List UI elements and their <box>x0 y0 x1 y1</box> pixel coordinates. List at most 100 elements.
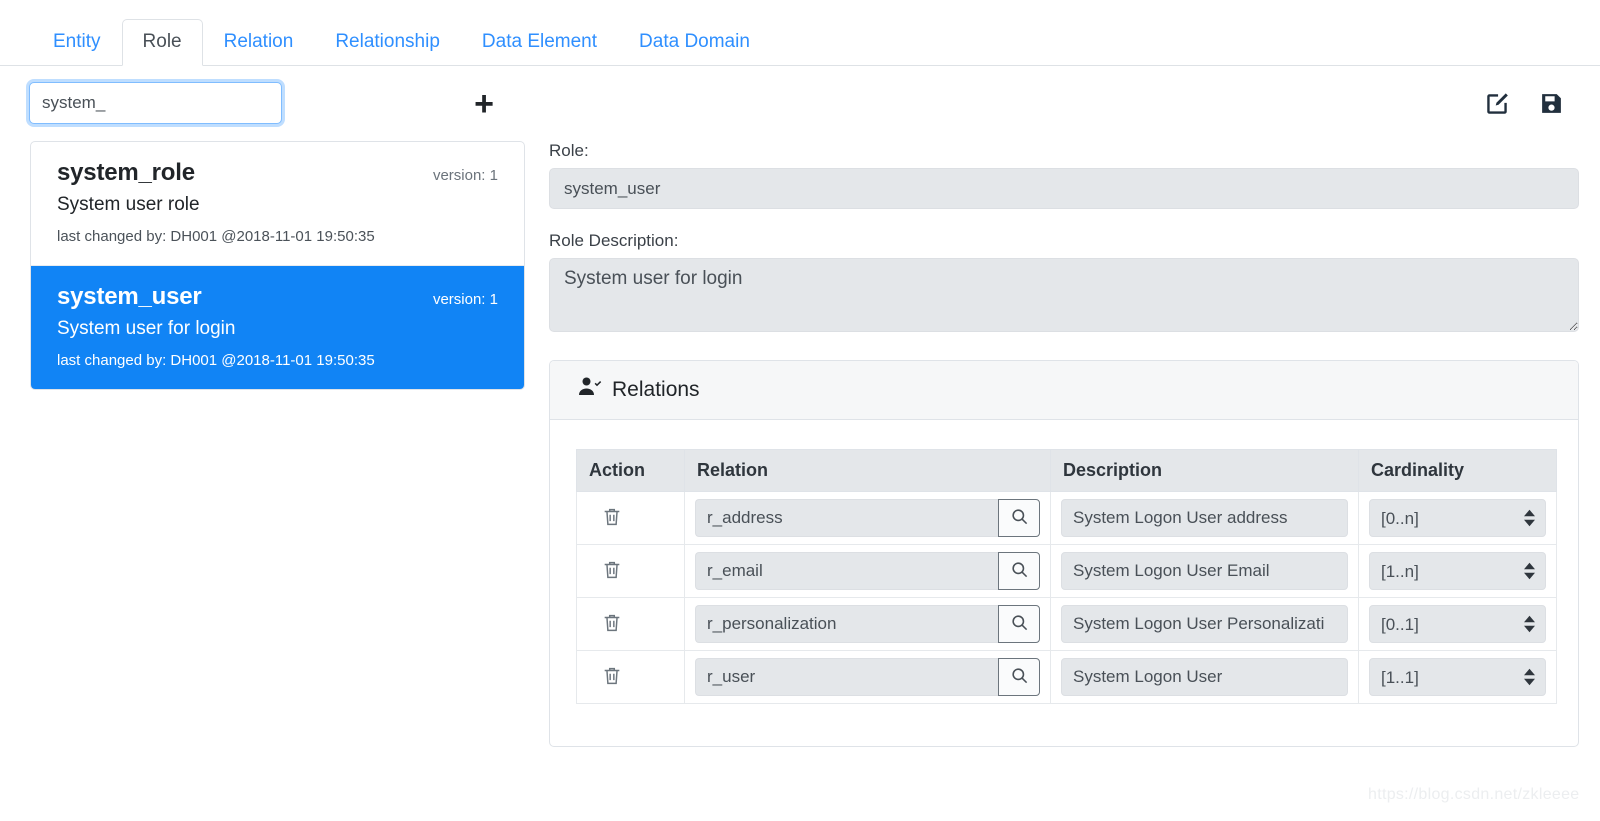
relation-lookup-button[interactable] <box>998 605 1040 643</box>
list-item-meta: last changed by: DH001 @2018-11-01 19:50… <box>57 352 375 369</box>
relation-input[interactable] <box>695 658 998 696</box>
save-button[interactable] <box>1534 88 1568 122</box>
relation-description-input[interactable] <box>1061 499 1348 537</box>
tab-relation[interactable]: Relation <box>203 19 315 66</box>
search-icon <box>1010 613 1029 635</box>
watermark: https://blog.csdn.net/zkleeee <box>1368 786 1580 803</box>
relation-description-input[interactable] <box>1061 658 1348 696</box>
list-item-version: version: 1 <box>432 167 498 184</box>
cell-description <box>1050 597 1359 651</box>
cell-action <box>576 597 685 651</box>
column-header-action: Action <box>576 449 685 492</box>
search-field-wrapper <box>29 82 282 124</box>
edit-button[interactable] <box>1480 88 1514 122</box>
relation-input-group <box>695 605 1040 643</box>
cardinality-select-wrapper: [0..1] <box>1369 605 1546 643</box>
relations-card-header: Relations <box>550 361 1578 420</box>
tab-role[interactable]: Role <box>121 19 203 66</box>
list-item-header: system_role version: 1 <box>57 159 498 187</box>
main-tabbar: Entity Role Relation Relationship Data E… <box>0 14 1600 66</box>
trash-icon <box>601 665 623 690</box>
role-description-textarea[interactable]: System user for login <box>549 258 1579 332</box>
cell-cardinality: [0..n] <box>1358 491 1557 545</box>
column-header-cardinality: Cardinality <box>1358 449 1557 492</box>
role-description-field-label: Role Description: <box>549 231 679 250</box>
cell-action <box>576 544 685 598</box>
relation-lookup-button[interactable] <box>998 499 1040 537</box>
role-name-input[interactable] <box>549 168 1579 209</box>
table-row: [1..1] <box>576 650 1557 704</box>
list-item-description: System user for login <box>57 318 236 339</box>
search-icon <box>1010 666 1029 688</box>
search-icon <box>1010 560 1029 582</box>
cell-action <box>576 491 685 545</box>
relations-card: Relations Action Relation Description Ca… <box>549 360 1579 747</box>
relation-input-group <box>695 499 1040 537</box>
cell-cardinality: [1..1] <box>1358 650 1557 704</box>
tab-entity[interactable]: Entity <box>32 19 122 66</box>
trash-icon <box>601 559 623 584</box>
cardinality-select[interactable]: [1..1] <box>1369 658 1546 696</box>
relations-table-body: [0..n] <box>576 491 1557 704</box>
relation-lookup-button[interactable] <box>998 552 1040 590</box>
relations-card-body: Action Relation Description Cardinality <box>550 420 1578 746</box>
table-header-row: Action Relation Description Cardinality <box>576 449 1557 492</box>
tab-data-domain[interactable]: Data Domain <box>618 19 771 66</box>
relation-input[interactable] <box>695 499 998 537</box>
cell-cardinality: [0..1] <box>1358 597 1557 651</box>
cardinality-select-wrapper: [0..n] <box>1369 499 1546 537</box>
relation-lookup-button[interactable] <box>998 658 1040 696</box>
cell-relation <box>684 650 1051 704</box>
delete-relation-button[interactable] <box>601 559 623 584</box>
list-item[interactable]: system_role version: 1 System user role … <box>31 142 524 266</box>
delete-relation-button[interactable] <box>601 506 623 531</box>
tab-relationship[interactable]: Relationship <box>314 19 461 66</box>
cell-relation <box>684 491 1051 545</box>
role-field-label: Role: <box>549 141 589 160</box>
search-input[interactable] <box>29 82 282 124</box>
list-item-title: system_user <box>57 283 202 310</box>
floppy-disk-save-icon <box>1539 91 1564 119</box>
list-item-meta: last changed by: DH001 @2018-11-01 19:50… <box>57 228 375 245</box>
relations-table: Action Relation Description Cardinality <box>576 449 1557 704</box>
cardinality-select-wrapper: [1..n] <box>1369 552 1546 590</box>
table-row: [0..1] <box>576 597 1557 651</box>
tab-data-element[interactable]: Data Element <box>461 19 618 66</box>
column-header-relation: Relation <box>684 449 1051 492</box>
add-role-button[interactable]: + <box>462 86 506 122</box>
cardinality-select-wrapper: [1..1] <box>1369 658 1546 696</box>
toolbar: + <box>0 66 1600 136</box>
relation-description-input[interactable] <box>1061 605 1348 643</box>
relations-table-head: Action Relation Description Cardinality <box>576 449 1557 492</box>
user-check-icon <box>578 375 602 405</box>
table-row: [0..n] <box>576 491 1557 545</box>
cell-cardinality: [1..n] <box>1358 544 1557 598</box>
list-item[interactable]: system_user version: 1 System user for l… <box>31 266 524 389</box>
cardinality-select[interactable]: [0..n] <box>1369 499 1546 537</box>
list-item-version: version: 1 <box>432 291 498 308</box>
cell-description <box>1050 491 1359 545</box>
relation-input-group <box>695 658 1040 696</box>
cell-relation <box>684 597 1051 651</box>
cardinality-select[interactable]: [1..n] <box>1369 552 1546 590</box>
trash-icon <box>601 506 623 531</box>
relation-input[interactable] <box>695 605 998 643</box>
delete-relation-button[interactable] <box>601 612 623 637</box>
role-detail-panel: Role: Role Description: System user for … <box>549 141 1579 747</box>
relation-input[interactable] <box>695 552 998 590</box>
plus-icon: + <box>474 85 494 123</box>
edit-pencil-square-icon <box>1484 91 1510 120</box>
cardinality-select[interactable]: [0..1] <box>1369 605 1546 643</box>
column-header-description: Description <box>1050 449 1359 492</box>
delete-relation-button[interactable] <box>601 665 623 690</box>
search-icon <box>1010 507 1029 529</box>
list-item-header: system_user version: 1 <box>57 283 498 311</box>
app-root: Entity Role Relation Relationship Data E… <box>0 0 1600 821</box>
cell-relation <box>684 544 1051 598</box>
role-result-list: system_role version: 1 System user role … <box>30 141 525 390</box>
list-item-description: System user role <box>57 194 200 215</box>
cell-description <box>1050 544 1359 598</box>
relation-description-input[interactable] <box>1061 552 1348 590</box>
relation-input-group <box>695 552 1040 590</box>
list-item-title: system_role <box>57 159 195 186</box>
